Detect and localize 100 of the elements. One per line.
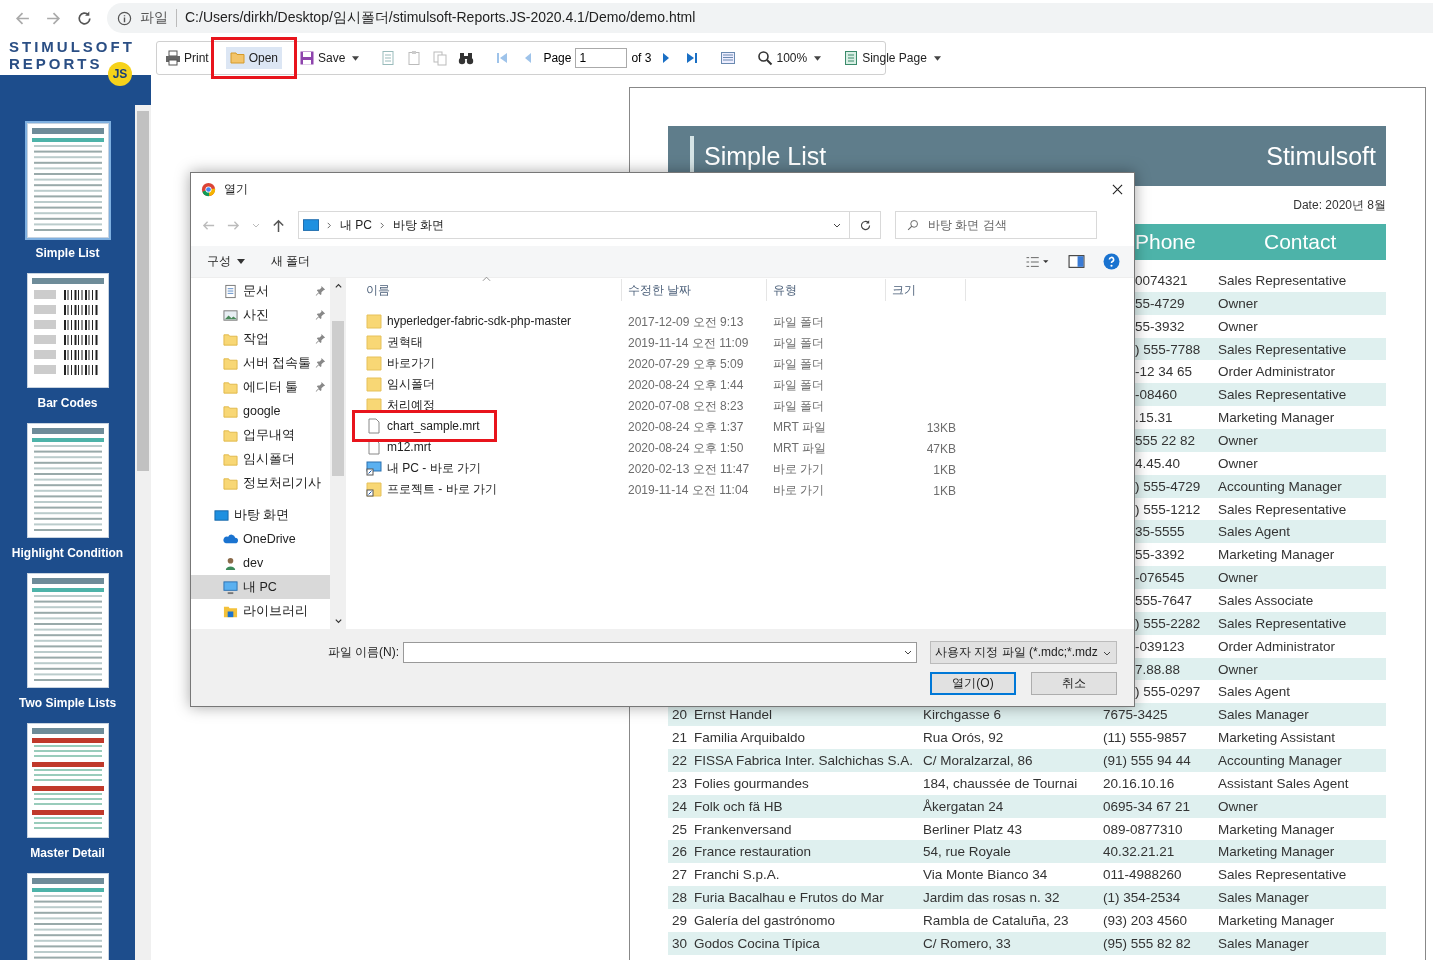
search-field[interactable]: 바탕 화면 검색	[895, 211, 1097, 239]
dialog-button[interactable]: 취소	[1031, 672, 1117, 695]
file-name[interactable]: chart_sample.mrt	[387, 419, 480, 433]
table-cell: (93) 203 4560	[1103, 913, 1188, 928]
pin-icon[interactable]	[315, 357, 326, 368]
table-cell: Marketing Manager	[1218, 913, 1335, 928]
table-cell: 184, chaussée de Tournai	[923, 775, 1078, 791]
report-thumbnail-item[interactable]: Two Simple Lists	[2, 573, 133, 710]
page-number-field[interactable]: 1	[575, 48, 628, 68]
scrollbar[interactable]	[330, 278, 346, 629]
report-thumbnail-item[interactable]: Master Detail	[2, 723, 133, 860]
pin-icon[interactable]	[315, 381, 326, 392]
table-cell: .15.31	[1135, 410, 1173, 426]
file-name-field[interactable]	[403, 642, 917, 663]
column-header[interactable]: 이름	[360, 279, 622, 301]
breadcrumb-item[interactable]: 내 PC	[340, 216, 372, 234]
table-cell-text: 2017-12-09 오전 9:13	[627, 314, 745, 331]
navigation-item[interactable]: OneDrive	[191, 527, 330, 551]
report-thumbnail-item[interactable]: Highlight Condition	[2, 423, 133, 560]
info-icon[interactable]	[117, 10, 132, 26]
file-name[interactable]: hyperledger-fabric-sdk-php-master	[387, 314, 572, 328]
up-arrow-icon[interactable]	[271, 217, 286, 233]
file-name[interactable]: 처리예정	[387, 396, 435, 414]
table-cell: Familia Arquibaldo	[694, 730, 806, 746]
save-button[interactable]: Save	[295, 47, 364, 69]
folder-icon	[229, 50, 246, 66]
reload-icon[interactable]	[76, 9, 93, 27]
navigation-item[interactable]: 문서	[191, 279, 330, 303]
address-bar[interactable]: 파일 C:/Users/dirkh/Desktop/임시폴더/stimulsoft-Reports.JS-2020.4.1/Demo/demo.html	[107, 3, 1433, 33]
navigation-item[interactable]: 내 PC	[191, 575, 330, 599]
breadcrumb-bar[interactable]: 내 PC 바탕 화면	[298, 211, 881, 239]
navigation-item[interactable]: 정보처리기사	[191, 471, 330, 495]
column-header: Contact	[1264, 230, 1337, 254]
navigation-item[interactable]: google	[191, 399, 330, 423]
breadcrumb-item[interactable]: 바탕 화면	[393, 216, 445, 234]
table-cell: 55-3932	[1135, 318, 1185, 334]
file-name[interactable]: 프로젝트 - 바로 가기	[387, 480, 497, 498]
open-button[interactable]: Open	[225, 47, 283, 69]
document-icon[interactable]	[380, 50, 397, 66]
scroll-up-icon[interactable]	[333, 282, 343, 291]
dialog-button[interactable]: 열기(O)	[930, 672, 1016, 695]
navigation-item[interactable]: 바탕 화면	[191, 503, 330, 527]
navigation-item[interactable]: 업무내역	[191, 423, 330, 447]
pin-icon[interactable]	[315, 333, 326, 344]
table-cell: 47KB	[926, 441, 956, 456]
navigation-item[interactable]: dev	[191, 551, 330, 575]
page-view-icon[interactable]	[720, 50, 737, 66]
print-button[interactable]: Print	[161, 47, 213, 69]
table-cell: Order Administrator	[1218, 364, 1336, 380]
table-cell: 54, rue Royale	[923, 844, 1011, 860]
search-icon	[907, 219, 919, 231]
logo-text: STIMULSOFT	[9, 38, 136, 55]
table-cell: Sales Agent	[1218, 684, 1291, 700]
organize-menu[interactable]: 구성	[203, 251, 249, 272]
binoculars-icon[interactable]	[458, 50, 475, 66]
table-cell: C/ Moralzarzal, 86	[923, 752, 1033, 768]
navigation-item[interactable]: 작업	[191, 327, 330, 351]
report-thumbnail-item[interactable]: Simple List	[2, 123, 133, 260]
table-cell-text: 2020-08-24 오후 1:50	[627, 440, 745, 457]
table-cell: Sales Representative	[1218, 272, 1347, 288]
file-name[interactable]: 권혁태	[387, 333, 423, 351]
clipboard-icon[interactable]	[406, 50, 423, 66]
scroll-down-icon[interactable]	[333, 616, 343, 625]
column-header[interactable]: 유형	[767, 279, 886, 301]
url-text: C:/Users/dirkh/Desktop/임시폴더/stimulsoft-Reports.JS-2020.4.1/Demo/demo.html	[185, 9, 696, 27]
file-type-dropdown[interactable]: 사용자 지정 파일 (*.mdc;*.mdz	[930, 641, 1117, 664]
pin-icon[interactable]	[315, 309, 326, 320]
table-cell: Sales Representative	[1218, 501, 1347, 517]
navigation-item[interactable]: 라이브러리	[191, 599, 330, 623]
preview-pane-icon[interactable]	[1068, 253, 1085, 270]
navigation-item[interactable]: 사진	[191, 303, 330, 327]
table-cell: Sales Agent	[1218, 524, 1291, 540]
view-options-icon[interactable]	[1024, 254, 1050, 269]
table-cell: Åkergatan 24	[923, 798, 1004, 814]
navigation-item[interactable]: 에디터 툴	[191, 375, 330, 399]
picture-icon	[223, 307, 238, 323]
table-cell: 0074321	[1135, 272, 1188, 288]
table-cell: 7.88.88	[1135, 661, 1181, 677]
column-header[interactable]: 크기	[886, 279, 966, 301]
navigation-item[interactable]: 임시폴더	[191, 447, 330, 471]
navigation-item[interactable]: 서버 접속툴	[191, 351, 330, 375]
help-icon[interactable]	[1103, 253, 1120, 270]
report-thumbnail-item[interactable]: Bar Codes	[2, 273, 133, 410]
file-name[interactable]: 내 PC - 바로 가기	[387, 459, 481, 477]
file-name[interactable]: 임시폴더	[387, 375, 435, 393]
column-header[interactable]: 수정한 날짜	[622, 279, 767, 301]
table-cell: Owner	[1218, 798, 1258, 814]
view-mode-dropdown[interactable]: Single Page	[839, 47, 945, 69]
close-icon[interactable]	[1112, 184, 1123, 195]
pin-icon[interactable]	[315, 285, 326, 296]
file-name[interactable]: 바로가기	[387, 354, 435, 372]
new-folder-button[interactable]: 새 폴더	[267, 251, 315, 272]
zoom-dropdown[interactable]: 100%	[753, 47, 826, 69]
folder-icon	[223, 475, 238, 491]
page-label: Page	[543, 51, 572, 65]
caret-icon	[933, 55, 941, 61]
scrollbar[interactable]	[135, 105, 151, 960]
file-name[interactable]: m12.mrt	[387, 440, 431, 454]
table-cell-text: 파일 폴더	[772, 377, 826, 394]
table-cell: Marketing Assistant	[1218, 730, 1336, 746]
